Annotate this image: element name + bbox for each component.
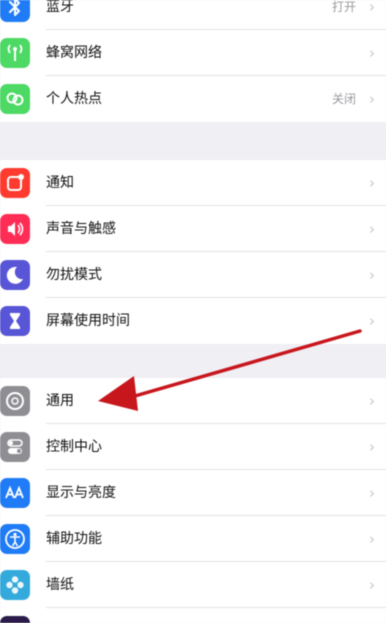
- text-size-aa-icon: [0, 478, 30, 508]
- hourglass-icon: [0, 306, 30, 336]
- app-icon-partial: [0, 616, 30, 623]
- settings-group-connectivity: 蓝牙 打开 › 蜂窝网络 › 个人热点 关闭 ›: [0, 0, 386, 122]
- settings-row-next-partial[interactable]: [0, 608, 386, 623]
- settings-row-cellular[interactable]: 蜂窝网络 ›: [0, 30, 386, 76]
- settings-row-personal-hotspot[interactable]: 个人热点 关闭 ›: [0, 76, 386, 122]
- sound-speaker-icon: [0, 214, 30, 244]
- settings-row-do-not-disturb[interactable]: 勿扰模式 ›: [0, 252, 386, 298]
- settings-group-general: 通用 › 控制中心 › 显示与亮度 › 辅助功能 › 墙纸 ›: [0, 378, 386, 623]
- chevron-right-icon: ›: [369, 174, 375, 192]
- settings-row-label: 屏幕使用时间: [46, 313, 130, 329]
- chevron-right-icon: ›: [369, 438, 375, 456]
- settings-row-value: 关闭: [331, 92, 356, 106]
- settings-row-label: 墙纸: [46, 577, 74, 593]
- bluetooth-icon: [0, 0, 30, 22]
- settings-row-bluetooth[interactable]: 蓝牙 打开 ›: [0, 0, 386, 30]
- settings-row-label: 通知: [46, 175, 74, 191]
- settings-row-label: 蓝牙: [46, 0, 74, 15]
- settings-row-label: 蜂窝网络: [46, 45, 102, 61]
- chevron-right-icon: ›: [369, 266, 375, 284]
- chevron-right-icon: ›: [369, 0, 375, 16]
- notifications-icon: [0, 168, 30, 198]
- chevron-right-icon: ›: [369, 312, 375, 330]
- settings-row-value: 打开: [331, 0, 356, 14]
- settings-row-label: 声音与触感: [46, 221, 116, 237]
- settings-row-screen-time[interactable]: 屏幕使用时间 ›: [0, 298, 386, 344]
- settings-row-general[interactable]: 通用 ›: [0, 378, 386, 424]
- accessibility-icon: [0, 524, 30, 554]
- chevron-right-icon: ›: [369, 530, 375, 548]
- settings-row-notifications[interactable]: 通知 ›: [0, 160, 386, 206]
- chevron-right-icon: ›: [369, 220, 375, 238]
- settings-row-label: 控制中心: [46, 439, 102, 455]
- toggle-switches-icon: [0, 432, 30, 462]
- settings-row-label: 辅助功能: [46, 531, 102, 547]
- settings-row-label: 个人热点: [46, 91, 102, 107]
- chevron-right-icon: ›: [369, 576, 375, 594]
- chevron-right-icon: ›: [369, 484, 375, 502]
- moon-icon: [0, 260, 30, 290]
- settings-screen: 蓝牙 打开 › 蜂窝网络 › 个人热点 关闭 › 通知 › 声音与触感 › 勿扰…: [0, 0, 386, 623]
- settings-row-accessibility[interactable]: 辅助功能 ›: [0, 516, 386, 562]
- chevron-right-icon: ›: [369, 90, 375, 108]
- personal-hotspot-icon: [0, 84, 30, 114]
- chevron-right-icon: ›: [369, 392, 375, 410]
- settings-row-label: 显示与亮度: [46, 485, 116, 501]
- settings-row-label: 勿扰模式: [46, 267, 102, 283]
- gear-icon: [0, 386, 30, 416]
- chevron-right-icon: ›: [369, 44, 375, 62]
- cellular-antenna-icon: [0, 38, 30, 68]
- settings-row-display-brightness[interactable]: 显示与亮度 ›: [0, 470, 386, 516]
- settings-row-wallpaper[interactable]: 墙纸 ›: [0, 562, 386, 608]
- wallpaper-flower-icon: [0, 570, 30, 600]
- settings-group-notifications: 通知 › 声音与触感 › 勿扰模式 › 屏幕使用时间 ›: [0, 160, 386, 344]
- settings-row-label: 通用: [46, 393, 74, 409]
- settings-row-sounds-haptics[interactable]: 声音与触感 ›: [0, 206, 386, 252]
- settings-row-control-center[interactable]: 控制中心 ›: [0, 424, 386, 470]
